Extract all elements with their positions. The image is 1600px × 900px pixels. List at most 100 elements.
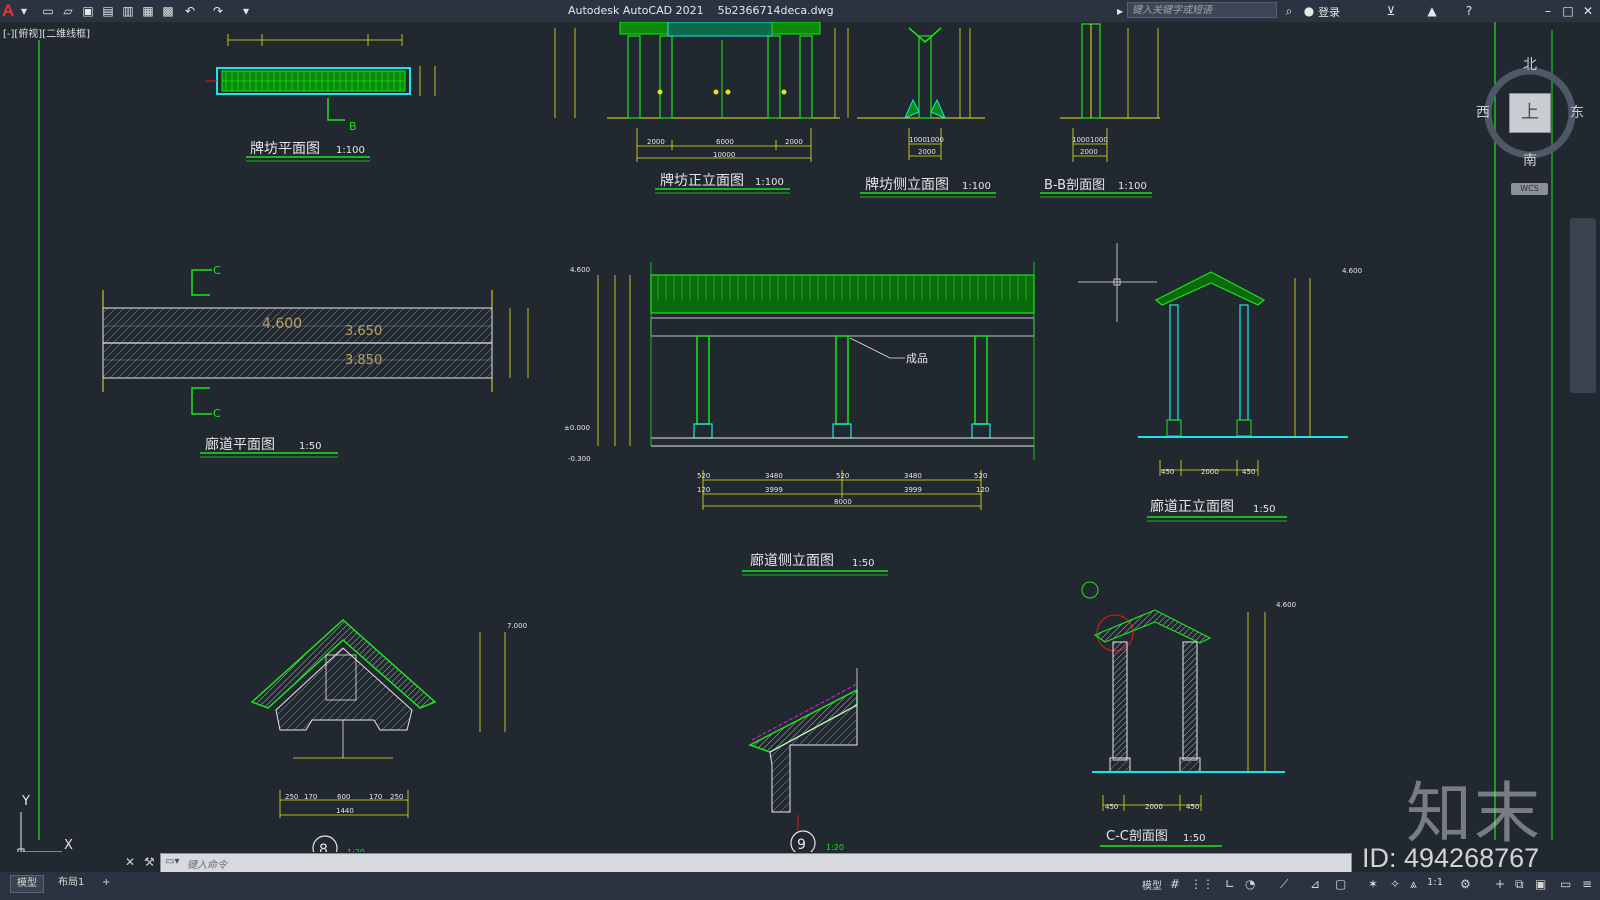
plot-icon[interactable]: ▩ [160,3,176,19]
svg-text:8000: 8000 [834,498,852,506]
undo-icon[interactable]: ↶ [182,3,198,19]
paifang-front-scale: 1:100 [755,177,784,188]
user-icon[interactable]: ● [1301,3,1317,19]
tab-model[interactable]: 模型 [10,875,44,893]
minimize-icon[interactable]: – [1540,3,1556,19]
command-input[interactable]: 键入命令 [187,856,227,871]
status-model-space[interactable]: 模型 [1142,877,1162,892]
navigation-bar[interactable] [1570,218,1596,393]
svg-text:4.600: 4.600 [1276,601,1296,609]
paifang-plan-title: 牌坊平面图 [250,140,320,157]
autocad-logo[interactable]: A [2,1,14,21]
command-customize-icon[interactable]: ⚒ [144,855,155,869]
hardware-acceleration-icon[interactable]: ▣ [1535,877,1546,891]
workspace-gear-icon[interactable]: ⚙ [1460,877,1471,891]
add-layout-button[interactable]: + [96,875,116,891]
paifang-front-elevation[interactable]: 2000 6000 2000 10000 [554,22,849,162]
corridor-plan-title: 廊道平面图 [205,436,275,453]
bb-section-scale: 1:100 [1118,181,1147,192]
ucs-y-label: Y [22,794,30,809]
help-icon[interactable]: ? [1461,3,1477,19]
autodesk-a360-icon[interactable]: ▲ [1424,3,1440,19]
detail-9-drawing[interactable] [748,668,858,830]
ortho-icon[interactable]: ∟ [1225,877,1235,891]
section-mark-b: B [349,120,357,133]
paifang-front-title: 牌坊正立面图 [660,172,744,189]
auto-scale-icon[interactable]: ✧ [1390,877,1400,891]
otrack-icon[interactable]: ▢ [1335,877,1346,891]
command-recent-icon[interactable]: ▭▾ [165,856,179,867]
paifang-side-elevation[interactable]: 1000 1000 2000 [857,27,985,160]
svg-text:2000: 2000 [785,138,803,146]
detail-8-drawing[interactable]: 7.000 250 170 600 170 250 1440 [250,618,527,818]
svg-text:10000: 10000 [713,151,735,159]
app-menu-chevron-icon[interactable]: ▾ [16,3,32,19]
svg-text:1440: 1440 [336,807,354,815]
drawing-canvas[interactable]: B 牌坊平面图 1:100 2000 6000 2000 10000 牌坊正立面… [0,22,1600,852]
svg-text:4.600: 4.600 [570,266,590,274]
finished-label: 成品 [906,352,928,365]
save-web-icon[interactable]: ▦ [140,3,156,19]
search-expand-icon[interactable]: ▸ [1112,3,1128,19]
svg-text:170: 170 [369,793,382,801]
annotation-scale-value[interactable]: 1:1 [1427,877,1443,888]
cart-icon[interactable]: ⊻ [1383,3,1399,19]
paifang-side-title: 牌坊侧立面图 [865,176,949,193]
corridor-side-elevation[interactable]: 成品 4.600 ±0.000 -0.300 520 3480 520 3480… [564,262,1035,510]
cc-section-drawing[interactable]: 4.600 450 2000 450 [1081,581,1296,811]
bb-section-drawing[interactable]: 1000 1000 2000 [1060,23,1160,162]
ucs-icon [17,812,62,852]
isolate-objects-icon[interactable]: ⧉ [1515,877,1524,892]
open-web-icon[interactable]: ▥ [120,3,136,19]
svg-text:4.600: 4.600 [1342,267,1362,275]
customization-menu-icon[interactable]: ≡ [1582,877,1592,891]
save-as-icon[interactable]: ▤ [100,3,116,19]
search-input[interactable]: 键入关键字或短语 [1127,2,1277,18]
corridor-plan-drawing[interactable]: C C 4.600 3.650 3.850 [102,264,529,420]
annotation-visibility-icon[interactable]: ✶ [1368,877,1378,891]
command-close-icon[interactable]: ✕ [125,855,135,869]
paifang-plan-scale: 1:100 [336,145,365,156]
detail-8-number: 8 [319,842,328,852]
snap-icon[interactable]: ⋮⋮ [1190,877,1214,891]
login-button[interactable]: 登录 [1318,4,1340,20]
open-file-icon[interactable]: ▱ [60,3,76,19]
wcs-menu[interactable]: WCS [1511,183,1548,195]
clean-screen-icon[interactable]: ▭ [1560,877,1571,891]
compass-west[interactable]: 西 [1476,102,1490,122]
svg-text:450: 450 [1105,803,1118,811]
grid-icon[interactable]: # [1170,877,1180,891]
paifang-plan-drawing[interactable]: B [205,34,436,133]
compass-north[interactable]: 北 [1523,54,1537,74]
command-line[interactable]: ▭▾ 键入命令 [160,853,1352,873]
tab-layout1[interactable]: 布局1 [52,875,90,891]
compass-east[interactable]: 东 [1570,102,1584,122]
redo-icon[interactable]: ↷ [210,3,226,19]
svg-text:1000: 1000 [926,136,944,144]
maximize-icon[interactable]: □ [1560,3,1576,19]
isodraft-icon[interactable]: ⟋ [1280,877,1288,892]
viewcube-top-face[interactable]: 上 [1509,93,1551,133]
detail-8-scale: 1:20 [347,848,365,852]
annotation-scale-icon[interactable]: ⩓ [1410,877,1417,892]
compass-south[interactable]: 南 [1523,150,1537,170]
search-icon[interactable]: ⌕ [1281,3,1297,19]
svg-text:7.000: 7.000 [507,622,527,630]
corridor-front-elevation[interactable]: 4.600 450 2000 450 [1138,267,1362,476]
close-icon[interactable]: ✕ [1580,3,1596,19]
title-bar: A ▾ ▭ ▱ ▣ ▤ ▥ ▦ ▩ ↶ ↷ ▾ Autodesk AutoCAD… [0,0,1600,22]
svg-text:6000: 6000 [716,138,734,146]
svg-text:520: 520 [697,472,710,480]
osnap-icon[interactable]: ⊿ [1310,877,1320,891]
svg-text:2000: 2000 [1145,803,1163,811]
customize-quick-access-icon[interactable]: ▾ [238,3,254,19]
plus-icon[interactable]: + [1495,877,1505,891]
svg-text:3999: 3999 [765,486,783,494]
plan-elev-1: 4.600 [262,316,302,332]
save-icon[interactable]: ▣ [80,3,96,19]
new-file-icon[interactable]: ▭ [40,3,56,19]
svg-text:1000: 1000 [1072,136,1090,144]
polar-icon[interactable]: ◔ [1245,877,1255,891]
svg-text:2000: 2000 [918,148,936,156]
svg-text:1000: 1000 [909,136,927,144]
